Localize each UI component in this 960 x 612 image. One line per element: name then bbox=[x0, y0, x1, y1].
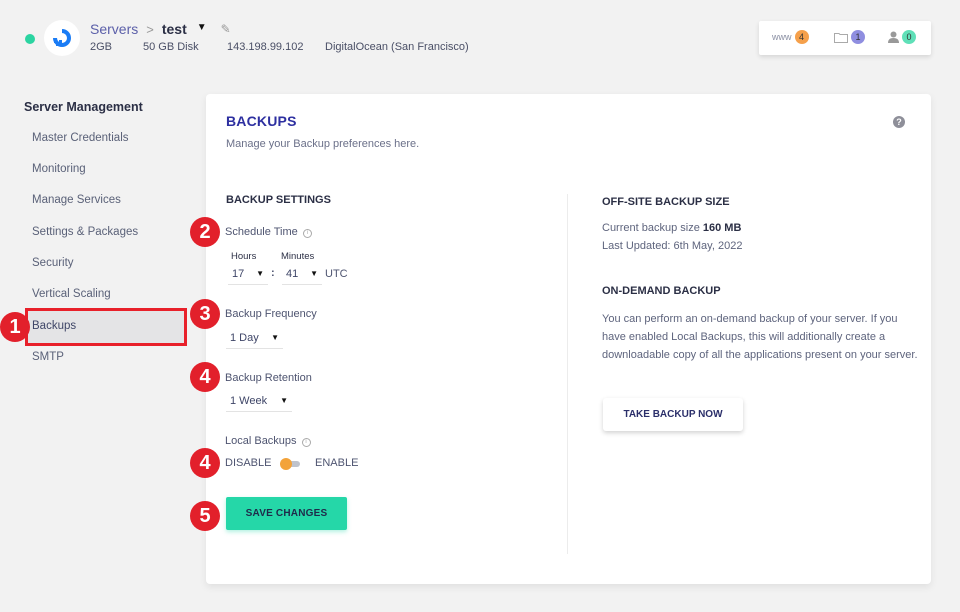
page-subtitle: Manage your Backup preferences here. bbox=[226, 138, 420, 150]
annotation-marker: 5 bbox=[190, 501, 220, 531]
sidebar-item-vertical-scaling[interactable]: Vertical Scaling bbox=[32, 288, 111, 300]
frequency-value: 1 Day bbox=[230, 331, 259, 344]
folder-count-badge: 1 bbox=[851, 30, 865, 44]
schedule-time-text: Schedule Time bbox=[225, 226, 298, 238]
on-demand-backup-heading: ON-DEMAND BACKUP bbox=[602, 285, 721, 297]
folder-icon bbox=[834, 32, 848, 43]
enable-label: ENABLE bbox=[315, 457, 359, 469]
backup-size-value: 160 MB bbox=[702, 222, 742, 234]
sidebar-item-smtp[interactable]: SMTP bbox=[32, 351, 64, 363]
sidebar-item-settings-packages[interactable]: Settings & Packages bbox=[32, 226, 138, 238]
chevron-down-icon: ▼ bbox=[310, 269, 318, 278]
page-title: BACKUPS bbox=[226, 113, 297, 129]
www-counter[interactable]: www 4 bbox=[772, 30, 809, 44]
server-location: DigitalOcean (San Francisco) bbox=[325, 41, 469, 53]
user-icon bbox=[888, 31, 899, 43]
sidebar-item-manage-services[interactable]: Manage Services bbox=[32, 194, 121, 206]
www-count-badge: 4 bbox=[794, 30, 809, 44]
on-demand-description: You can perform an on-demand backup of y… bbox=[602, 313, 918, 361]
minutes-value: 41 bbox=[286, 267, 299, 280]
minutes-label: Minutes bbox=[281, 251, 315, 262]
backups-card: BACKUPS Manage your Backup preferences h… bbox=[206, 94, 931, 584]
chevron-down-icon: ▼ bbox=[280, 396, 288, 405]
www-icon: www bbox=[772, 32, 792, 42]
server-disk: 50 GB Disk bbox=[143, 41, 199, 53]
sidebar-item-backups[interactable]: Backups bbox=[32, 320, 76, 332]
chevron-down-icon: ▼ bbox=[271, 333, 279, 342]
backup-retention-select[interactable]: 1 Week ▼ bbox=[226, 390, 292, 412]
backup-retention-label: Backup Retention bbox=[225, 372, 312, 384]
info-icon[interactable]: i bbox=[301, 438, 311, 447]
disable-label: DISABLE bbox=[225, 457, 272, 469]
toggle-knob bbox=[280, 458, 292, 470]
time-separator: : bbox=[271, 267, 275, 279]
hours-select[interactable]: 17 ▼ bbox=[228, 263, 268, 285]
save-changes-button[interactable]: SAVE CHANGES bbox=[226, 497, 347, 530]
edit-pencil-icon[interactable]: ✎ bbox=[221, 22, 231, 36]
schedule-time-label: Schedule Time i bbox=[225, 226, 312, 238]
backup-frequency-label: Backup Frequency bbox=[225, 308, 317, 320]
chevron-down-icon: ▼ bbox=[256, 269, 264, 278]
annotation-marker: 2 bbox=[190, 217, 220, 247]
user-counter[interactable]: 0 bbox=[888, 30, 916, 44]
annotation-marker: 1 bbox=[0, 312, 30, 342]
folder-counter[interactable]: 1 bbox=[834, 30, 865, 44]
breadcrumb-separator: > bbox=[146, 21, 154, 37]
user-count-badge: 0 bbox=[902, 30, 916, 44]
take-backup-now-button[interactable]: TAKE BACKUP NOW bbox=[603, 398, 743, 431]
offsite-backup-size-heading: OFF-SITE BACKUP SIZE bbox=[602, 196, 730, 208]
help-icon[interactable]: ? bbox=[893, 116, 905, 128]
last-updated: Last Updated: 6th May, 2022 bbox=[602, 240, 743, 252]
server-status-dot bbox=[25, 34, 35, 44]
hours-label: Hours bbox=[231, 251, 257, 262]
sidebar-item-master-credentials[interactable]: Master Credentials bbox=[32, 132, 129, 144]
breadcrumb-servers-link[interactable]: Servers bbox=[90, 21, 138, 37]
sidebar-item-monitoring[interactable]: Monitoring bbox=[32, 163, 86, 175]
backup-size-prefix: Current backup size bbox=[602, 222, 700, 234]
current-backup-size: Current backup size 160 MB bbox=[602, 222, 741, 234]
breadcrumb-current-server: test bbox=[161, 21, 187, 37]
server-ip: 143.198.99.102 bbox=[227, 41, 304, 53]
timezone-label: UTC bbox=[325, 268, 348, 280]
server-counters: www 4 1 0 bbox=[759, 21, 931, 55]
server-switch-caret-icon[interactable]: ▼ bbox=[197, 22, 207, 33]
sidebar-title: Server Management bbox=[24, 100, 143, 114]
server-ram: 2GB bbox=[90, 41, 113, 53]
annotation-marker: 3 bbox=[190, 299, 220, 329]
annotation-marker: 4 bbox=[190, 448, 220, 478]
hours-value: 17 bbox=[232, 267, 245, 280]
backup-frequency-select[interactable]: 1 Day ▼ bbox=[226, 327, 283, 349]
minutes-select[interactable]: 41 ▼ bbox=[282, 263, 322, 285]
retention-value: 1 Week bbox=[230, 394, 268, 407]
info-icon[interactable]: i bbox=[302, 229, 312, 238]
sidebar-item-security[interactable]: Security bbox=[32, 257, 74, 269]
backup-settings-heading: BACKUP SETTINGS bbox=[226, 194, 331, 206]
annotation-marker: 4 bbox=[190, 362, 220, 392]
local-backups-label: Local Backups i bbox=[225, 435, 311, 447]
digitalocean-logo bbox=[44, 20, 80, 56]
column-divider bbox=[567, 194, 568, 554]
breadcrumb: Servers > test ▼ ✎ bbox=[90, 21, 231, 37]
digitalocean-icon bbox=[53, 29, 71, 47]
local-backups-toggle[interactable] bbox=[280, 458, 302, 470]
local-backups-text: Local Backups bbox=[225, 435, 297, 447]
